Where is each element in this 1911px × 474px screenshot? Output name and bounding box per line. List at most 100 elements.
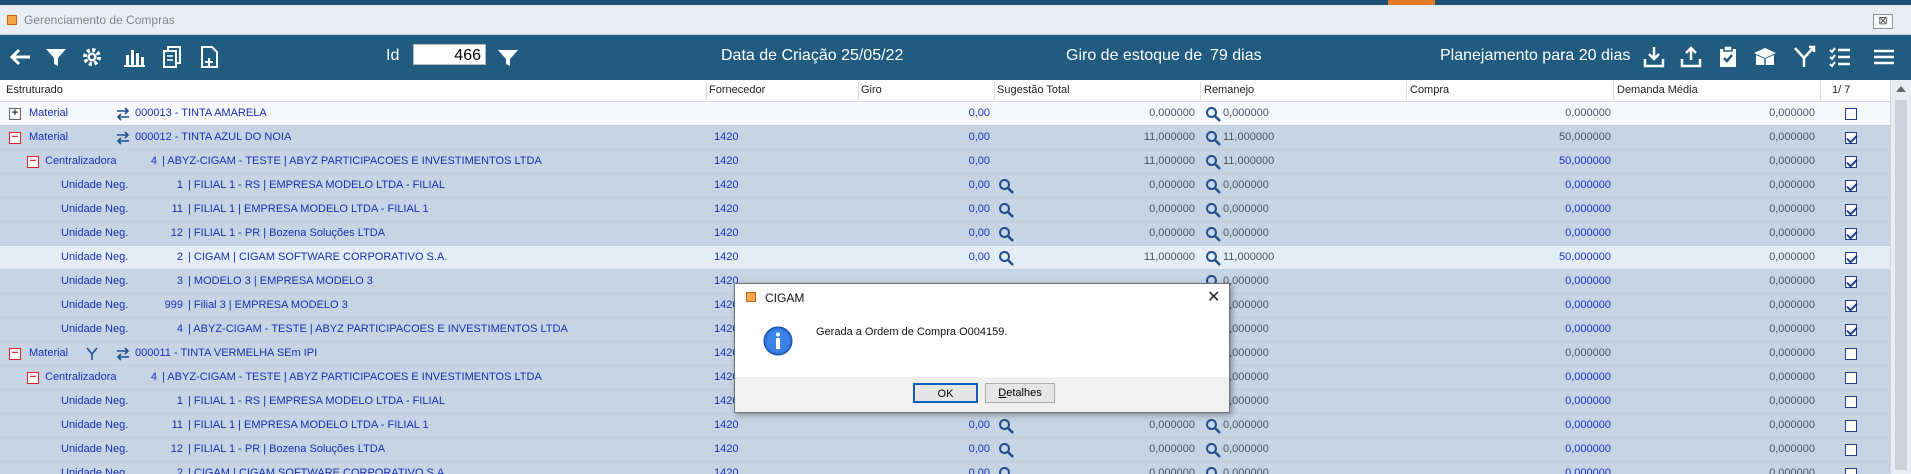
sugestao-search-icon[interactable] xyxy=(998,178,1014,194)
remanejo-search-icon[interactable] xyxy=(1205,130,1221,146)
row-description: | Filial 3 | EMPRESA MODELO 3 xyxy=(188,299,348,311)
remanejo-search-icon[interactable] xyxy=(1205,202,1221,218)
row-select-checkbox[interactable] xyxy=(1845,252,1857,264)
row-select-checkbox[interactable] xyxy=(1845,300,1857,312)
row-select-checkbox[interactable] xyxy=(1845,348,1857,360)
fork-icon[interactable] xyxy=(84,346,100,362)
table-row[interactable]: Unidade Neg. 2 | CIGAM | CIGAM SOFTWARE CO… xyxy=(0,246,1890,270)
sugestao-search-icon[interactable] xyxy=(998,202,1014,218)
table-row[interactable]: Unidade Neg. 11 | FILIAL 1 | EMPRESA MODEL… xyxy=(0,198,1890,222)
table-row[interactable]: Unidade Neg. 2 | CIGAM | CIGAM SOFTWARE CO… xyxy=(0,462,1890,474)
row-select-checkbox[interactable] xyxy=(1845,156,1857,168)
copy-pages-icon[interactable] xyxy=(159,43,187,71)
id-filter-icon[interactable] xyxy=(494,43,522,71)
header-page-indicator: 1/ 7 xyxy=(1832,84,1851,96)
row-select-checkbox[interactable] xyxy=(1845,204,1857,216)
remanejo-search-icon[interactable] xyxy=(1205,178,1221,194)
remanejo-search-icon[interactable] xyxy=(1205,250,1221,266)
collapse-icon[interactable]: − xyxy=(27,156,39,168)
row-remanejo: 0,000000 xyxy=(1223,227,1269,239)
bar-chart-icon[interactable] xyxy=(120,43,148,71)
swap-icon[interactable] xyxy=(115,346,131,362)
header-estruturado[interactable]: Estruturado xyxy=(6,84,63,96)
grid-header: Estruturado Fornecedor Giro Sugestão Tot… xyxy=(0,80,1890,102)
expand-icon[interactable]: + xyxy=(9,108,21,120)
table-row[interactable]: Unidade Neg. 12 | FILIAL 1 - PR | Bozena S… xyxy=(0,438,1890,462)
table-row[interactable]: Unidade Neg. 1 | FILIAL 1 - RS | EMPRESA M… xyxy=(0,174,1890,198)
scroll-thumb[interactable] xyxy=(1895,100,1907,470)
row-select-checkbox[interactable] xyxy=(1845,180,1857,192)
remanejo-search-icon[interactable] xyxy=(1205,442,1221,458)
sugestao-search-icon[interactable] xyxy=(998,442,1014,458)
back-arrow-icon[interactable] xyxy=(6,43,34,71)
collapse-icon[interactable]: − xyxy=(9,348,21,360)
row-select-checkbox[interactable] xyxy=(1845,228,1857,240)
table-row[interactable]: − Centralizadora 4 | ABYZ-CIGAM - TESTE | A… xyxy=(0,150,1890,174)
row-compra: 0,000000 xyxy=(1565,323,1611,335)
row-select-checkbox[interactable] xyxy=(1845,396,1857,408)
collapse-icon[interactable]: − xyxy=(9,132,21,144)
remanejo-search-icon[interactable] xyxy=(1205,226,1221,242)
table-row[interactable]: Unidade Neg. 11 | FILIAL 1 | EMPRESA MODEL… xyxy=(0,414,1890,438)
row-select-checkbox[interactable] xyxy=(1845,132,1857,144)
row-type: Unidade Neg. xyxy=(61,467,129,474)
details-button[interactable]: Detalhes xyxy=(985,383,1055,403)
menu-icon[interactable] xyxy=(1870,43,1898,71)
row-compra: 0,000000 xyxy=(1565,467,1611,474)
new-document-icon[interactable] xyxy=(195,43,223,71)
row-select-checkbox[interactable] xyxy=(1845,420,1857,432)
header-separator xyxy=(994,82,995,100)
row-code: 3 xyxy=(176,275,183,287)
row-description: | FILIAL 1 | EMPRESA MODELO LTDA - FILIA… xyxy=(188,203,429,215)
checklist-icon[interactable] xyxy=(1826,43,1854,71)
download-icon[interactable] xyxy=(1640,43,1668,71)
row-code: 12 xyxy=(170,227,183,239)
header-demanda-media[interactable]: Demanda Média xyxy=(1617,84,1698,96)
window-close-button[interactable]: ⊠ xyxy=(1873,14,1893,29)
remanejo-search-icon[interactable] xyxy=(1205,418,1221,434)
remanejo-search-icon[interactable] xyxy=(1205,466,1221,474)
gear-icon[interactable] xyxy=(78,43,106,71)
dialog-close-icon[interactable]: ✕ xyxy=(1207,287,1220,307)
merge-fork-icon[interactable] xyxy=(1790,43,1818,71)
header-compra[interactable]: Compra xyxy=(1410,84,1449,96)
clipboard-check-icon[interactable] xyxy=(1714,43,1742,71)
row-select-checkbox[interactable] xyxy=(1845,444,1857,456)
header-giro[interactable]: Giro xyxy=(861,84,882,96)
scroll-up-arrow-icon[interactable] xyxy=(1896,86,1906,92)
row-giro: 0,00 xyxy=(968,419,990,431)
row-remanejo: 0,000000 xyxy=(1223,419,1269,431)
remanejo-search-icon[interactable] xyxy=(1205,106,1221,122)
row-select-checkbox[interactable] xyxy=(1845,276,1857,288)
collapse-icon[interactable]: − xyxy=(27,372,39,384)
ok-button[interactable]: OK xyxy=(913,383,978,403)
row-select-checkbox[interactable] xyxy=(1845,324,1857,336)
row-type: Material xyxy=(29,107,69,119)
table-row[interactable]: + Material 000013 - TINTA AMARELA 0,00 0,000… xyxy=(0,102,1890,126)
upload-icon[interactable] xyxy=(1677,43,1705,71)
row-select-checkbox[interactable] xyxy=(1845,372,1857,384)
header-fornecedor[interactable]: Fornecedor xyxy=(709,84,765,96)
vertical-scrollbar[interactable] xyxy=(1890,80,1911,474)
table-row[interactable]: Unidade Neg. 12 | FILIAL 1 - PR | Bozena S… xyxy=(0,222,1890,246)
filter-icon[interactable] xyxy=(42,43,70,71)
row-select-checkbox[interactable] xyxy=(1845,108,1857,120)
dialog-footer: OK Detalhes xyxy=(735,377,1229,412)
swap-icon[interactable] xyxy=(115,106,131,122)
box-icon[interactable] xyxy=(1751,43,1779,71)
row-description: | MODELO 3 | EMPRESA MODELO 3 xyxy=(188,275,373,287)
remanejo-search-icon[interactable] xyxy=(1205,154,1221,170)
row-description: | ABYZ-CIGAM - TESTE | ABYZ PARTICIPACOE… xyxy=(162,155,542,167)
sugestao-search-icon[interactable] xyxy=(998,466,1014,474)
swap-icon[interactable] xyxy=(115,130,131,146)
sugestao-search-icon[interactable] xyxy=(998,418,1014,434)
header-remanejo[interactable]: Remanejo xyxy=(1204,84,1254,96)
sugestao-search-icon[interactable] xyxy=(998,250,1014,266)
header-sugestao-total[interactable]: Sugestão Total xyxy=(997,84,1070,96)
row-compra: 0,000000 xyxy=(1565,107,1611,119)
sugestao-search-icon[interactable] xyxy=(998,226,1014,242)
row-giro: 0,00 xyxy=(968,155,990,167)
id-input[interactable]: 466 xyxy=(413,44,486,65)
table-row[interactable]: − Material 000012 - TINTA AZUL DO NOIA 1420… xyxy=(0,126,1890,150)
row-select-checkbox[interactable] xyxy=(1845,468,1857,474)
